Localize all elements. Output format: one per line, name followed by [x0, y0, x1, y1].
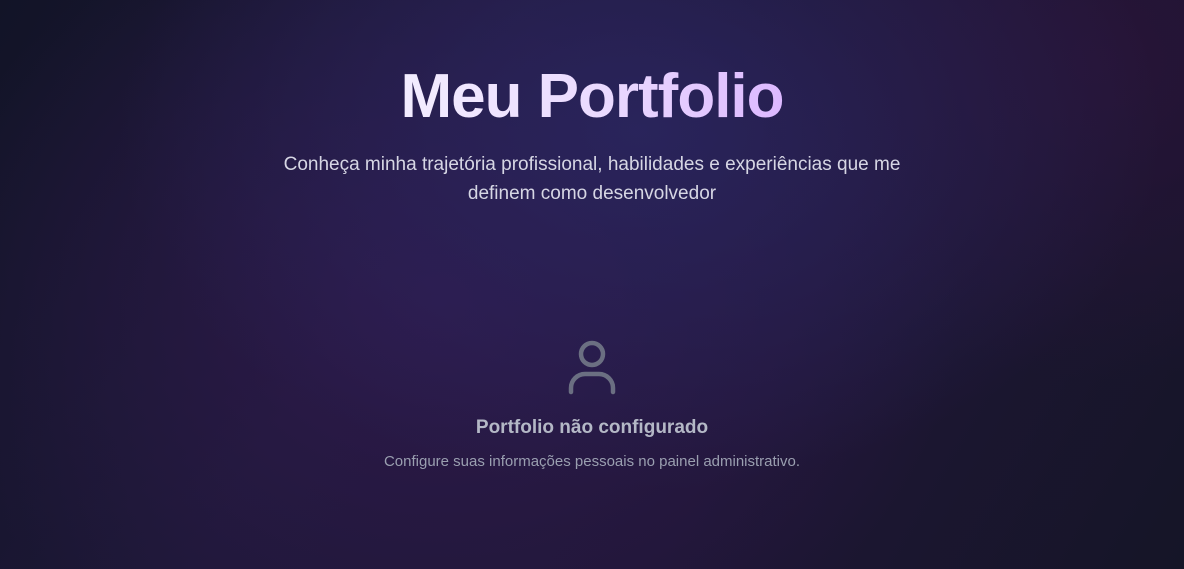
page-subtitle: Conheça minha trajetória profissional, h… [283, 154, 901, 204]
portfolio-page: Meu Portfolio Conheça minha trajetória p… [0, 0, 1184, 569]
page-title: Meu Portfolio [400, 60, 784, 134]
empty-state-title: Portfolio não configurado [475, 417, 709, 438]
empty-state-message: Configure suas informações pessoais no p… [383, 453, 801, 470]
user-icon [567, 338, 617, 396]
hero-section: Meu Portfolio Conheça minha trajetória p… [0, 60, 1184, 208]
empty-state: Portfolio não configurado Configure suas… [0, 338, 1184, 473]
